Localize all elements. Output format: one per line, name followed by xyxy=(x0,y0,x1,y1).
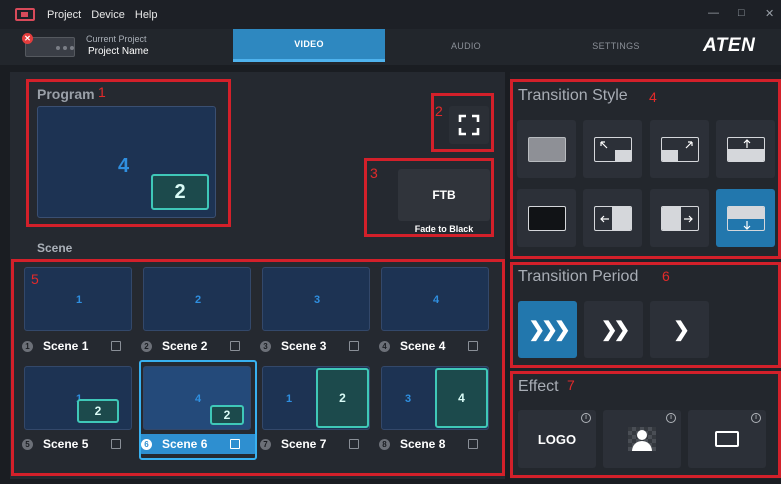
tab-settings[interactable]: SETTINGS xyxy=(540,29,692,62)
annotation-box-3 xyxy=(364,158,494,237)
menu-help[interactable]: Help xyxy=(135,9,158,21)
annotation-number-6: 6 xyxy=(662,268,670,284)
annotation-box-5 xyxy=(11,259,505,476)
annotation-box-2 xyxy=(431,93,494,152)
annotation-box-7 xyxy=(510,371,781,478)
project-name: Project Name xyxy=(88,46,149,57)
annotation-number-1: 1 xyxy=(98,84,106,100)
minimize-icon[interactable]: — xyxy=(708,7,719,19)
header-bar: ✕ Current Project Project Name VIDEO AUD… xyxy=(0,29,781,65)
menu-project[interactable]: Project xyxy=(47,9,81,21)
tab-video[interactable]: VIDEO xyxy=(233,29,385,62)
annotation-number-2: 2 xyxy=(435,103,443,119)
tab-audio[interactable]: AUDIO xyxy=(390,29,542,62)
annotation-number-3: 3 xyxy=(370,165,378,181)
annotation-number-4: 4 xyxy=(649,89,657,105)
app-icon xyxy=(15,8,35,21)
annotation-number-7: 7 xyxy=(567,377,575,393)
aten-logo: ATEN xyxy=(703,35,756,56)
annotation-number-5: 5 xyxy=(31,271,39,287)
annotation-box-1 xyxy=(26,79,231,227)
scene-section-title: Scene xyxy=(37,241,73,255)
annotation-box-6 xyxy=(510,262,781,368)
current-project-label: Current Project xyxy=(86,34,147,44)
menu-bar: Project Device Help — □ ✕ xyxy=(0,0,781,29)
error-badge-icon: ✕ xyxy=(22,33,33,44)
menu-device[interactable]: Device xyxy=(91,9,125,21)
annotation-box-4 xyxy=(510,79,781,259)
maximize-icon[interactable]: □ xyxy=(738,7,745,19)
close-icon[interactable]: ✕ xyxy=(765,7,774,20)
